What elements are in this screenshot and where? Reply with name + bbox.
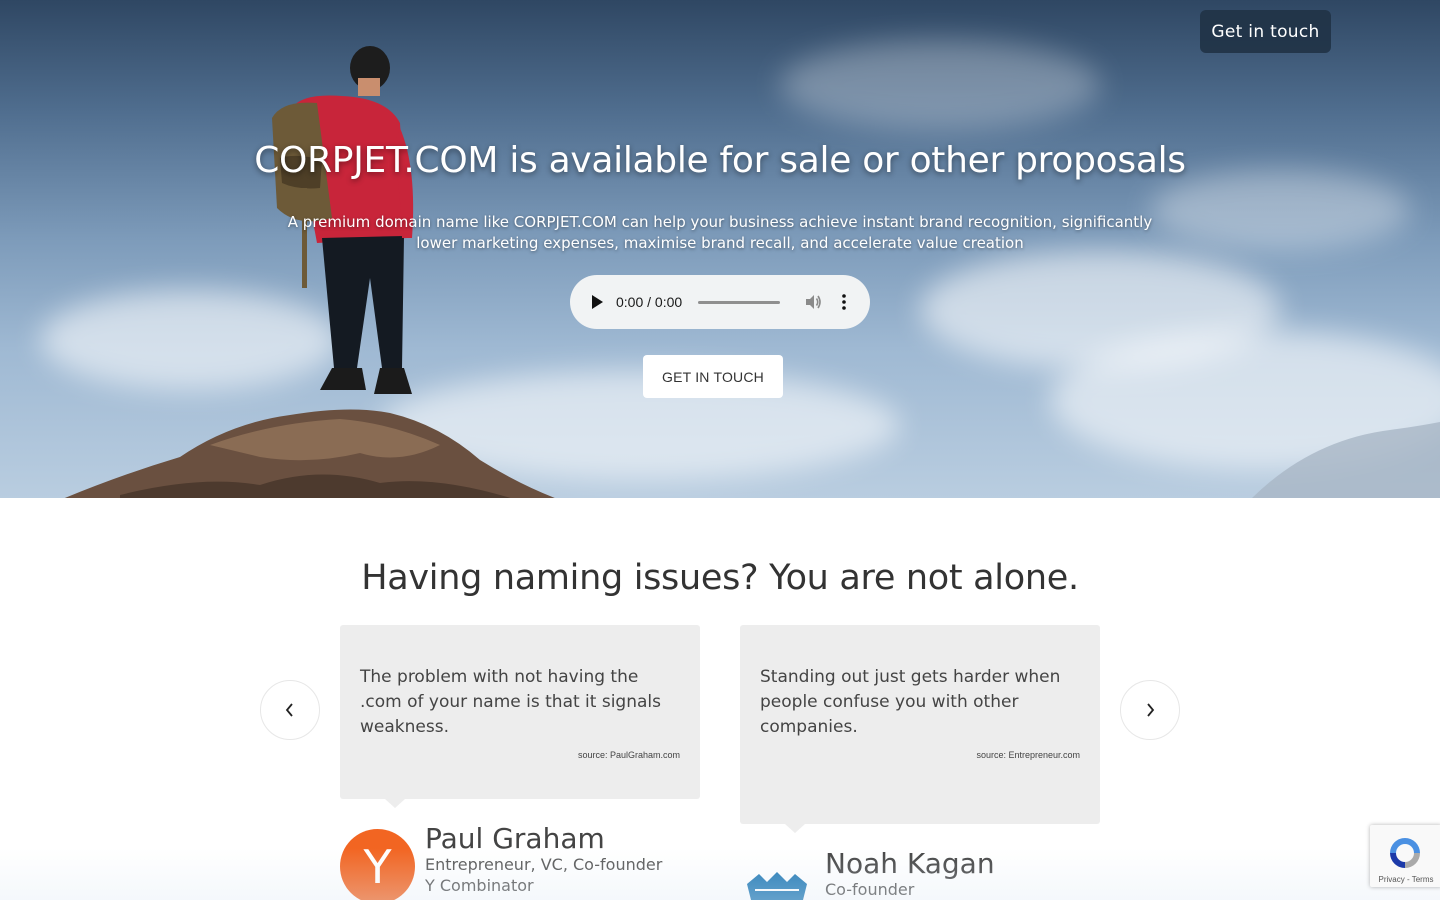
recaptcha-icon	[1390, 838, 1420, 868]
testimonial-quote: Standing out just gets harder when peopl…	[760, 667, 1061, 737]
testimonial-source: source: Entrepreneur.com	[976, 750, 1080, 760]
cloud-decoration	[1150, 170, 1410, 250]
person-name: Noah Kagan	[825, 847, 995, 880]
carousel-prev-button[interactable]	[260, 680, 320, 740]
header-get-in-touch-button[interactable]: Get in touch	[1200, 10, 1331, 53]
hero-section: CORPJET.COM is available for sale or oth…	[0, 0, 1440, 498]
cloud-decoration	[780, 40, 1100, 130]
more-options-icon[interactable]	[842, 294, 846, 310]
hero-title: CORPJET.COM is available for sale or oth…	[254, 140, 1186, 181]
testimonial-card: Standing out just gets harder when peopl…	[740, 625, 1100, 833]
recaptcha-links[interactable]: Privacy - Terms	[1370, 875, 1440, 884]
audio-player[interactable]: 0:00 / 0:00	[570, 275, 870, 329]
person-role: Entrepreneur, VC, Co-founder	[425, 855, 663, 874]
audio-progress-slider[interactable]	[698, 300, 781, 304]
play-icon[interactable]	[590, 294, 604, 310]
testimonial-card: The problem with not having the .com of …	[340, 625, 700, 808]
testimonial-quote: The problem with not having the .com of …	[360, 667, 661, 737]
section-title: Having naming issues? You are not alone.	[361, 558, 1079, 598]
audio-time: 0:00 / 0:00	[616, 294, 683, 310]
person-company: Y Combinator	[425, 876, 534, 895]
volume-icon[interactable]	[804, 293, 822, 311]
hill-image	[1252, 421, 1440, 498]
speech-tail	[385, 799, 405, 808]
avatar-yc: Y	[340, 829, 415, 900]
rock-cliff-image	[64, 409, 555, 498]
carousel-next-button[interactable]	[1120, 680, 1180, 740]
hero-subtitle: A premium domain name like CORPJET.COM c…	[287, 213, 1153, 252]
person-role: Co-founder	[825, 880, 915, 899]
testimonial-source: source: PaulGraham.com	[577, 750, 680, 760]
chevron-left-icon	[285, 703, 293, 717]
bottom-fade	[0, 848, 1440, 900]
crown-icon	[747, 872, 807, 900]
speech-tail	[785, 824, 805, 833]
chevron-right-icon	[1147, 703, 1155, 717]
recaptcha-badge[interactable]: Privacy - Terms	[1370, 825, 1440, 887]
person-name: Paul Graham	[425, 822, 605, 855]
get-in-touch-button[interactable]: GET IN TOUCH	[643, 355, 783, 398]
